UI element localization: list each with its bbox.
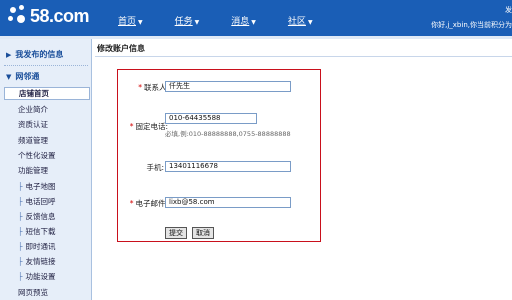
nav-messages[interactable]: 消息 ▼ <box>231 14 256 27</box>
contact-input[interactable]: 仟先生 <box>165 81 291 92</box>
phone-label: * 固定电话: <box>120 121 168 132</box>
page-title: 修改账户信息 <box>97 44 145 53</box>
caret-down-icon: ▼ <box>307 19 313 26</box>
tree-branch-icon: ├ <box>18 197 23 206</box>
sidebar-subitem-label: 电话回呼 <box>25 197 56 206</box>
sidebar-item-shop-home[interactable]: 店铺首页 <box>4 87 90 100</box>
sidebar-subitem-callback[interactable]: ├ 电话回呼 <box>18 196 56 207</box>
triangle-right-icon: ▶ <box>6 50 12 59</box>
sidebar-section-my-posts[interactable]: ▶ 我发布的信息 <box>6 49 63 60</box>
sidebar-subitem-sms[interactable]: ├ 短信下载 <box>18 226 56 237</box>
caret-down-icon: ▼ <box>138 19 143 26</box>
caret-down-icon: ▼ <box>194 19 200 26</box>
caret-down-icon: ▼ <box>251 19 256 26</box>
sidebar-divider <box>4 65 88 66</box>
sidebar-item-feature-manage[interactable]: 功能管理 <box>18 165 48 176</box>
email-label: * 电子邮件: <box>120 198 168 209</box>
triangle-down-icon: ▼ <box>6 72 12 81</box>
nav-tasks[interactable]: 任务 ▼ <box>175 14 200 27</box>
main-nav: 首页 ▼ 任务 ▼ 消息 ▼ 社区 ▼ <box>118 14 345 27</box>
sidebar-subitem-label: 电子地图 <box>25 182 56 191</box>
tree-branch-icon: ├ <box>18 257 23 266</box>
sidebar-subitem-label: 反馈信息 <box>25 212 56 221</box>
sidebar-subitem-label: 功能设置 <box>25 272 56 281</box>
required-star: * <box>129 122 134 131</box>
sidebar-section-label: 网邻通 <box>15 72 40 81</box>
phone-hint: 必填,例:010-88888888,0755-88888888 <box>165 130 291 138</box>
sidebar-subitem-label: 友情链接 <box>25 257 56 266</box>
sidebar-subitem-map[interactable]: ├ 电子地图 <box>18 181 56 192</box>
mobile-input[interactable]: 13401116678 <box>165 161 291 172</box>
top-header: 58.com 首页 ▼ 任务 ▼ 消息 ▼ 社区 ▼ 发 你好,j_xbin,你当前积分… <box>0 0 512 36</box>
sidebar-item-personalize[interactable]: 个性化设置 <box>18 150 56 161</box>
title-divider <box>95 56 512 57</box>
sidebar-section-wanglintong[interactable]: ▼ 网邻通 <box>6 71 39 82</box>
phone-input[interactable]: 010-64435588 <box>165 113 257 124</box>
sidebar-subitem-settings[interactable]: ├ 功能设置 <box>18 271 56 282</box>
sidebar: ▶ 我发布的信息 ▼ 网邻通 店铺首页 企业简介 资质认证 频道管理 个性化设置 功… <box>0 39 92 300</box>
required-star: * <box>138 83 142 92</box>
tree-branch-icon: ├ <box>18 212 23 221</box>
nav-home-label: 首页 <box>118 17 137 27</box>
tree-branch-icon: ├ <box>18 272 23 281</box>
sidebar-subitem-label: 短信下载 <box>25 227 56 236</box>
cancel-button[interactable]: 取消 <box>192 227 214 239</box>
tree-branch-icon: ├ <box>18 182 23 191</box>
user-greeting: 你好,j_xbin,你当前积分为 <box>431 21 512 29</box>
nav-community-label: 社区 <box>287 17 306 27</box>
sidebar-item-qualification[interactable]: 资质认证 <box>18 119 48 130</box>
logo-dots-icon <box>8 5 30 27</box>
sidebar-item-preview[interactable]: 网页预览 <box>18 287 48 298</box>
email-input[interactable]: lixb@58.com <box>165 197 291 208</box>
required-star: * <box>129 199 134 208</box>
tree-branch-icon: ├ <box>18 242 23 251</box>
mobile-label: 手机: <box>146 163 164 172</box>
sidebar-subitem-links[interactable]: ├ 友情链接 <box>18 256 56 267</box>
sidebar-subitem-label: 即时通讯 <box>25 242 56 251</box>
tree-branch-icon: ├ <box>18 227 23 236</box>
contact-label: * 联系人: <box>124 82 169 93</box>
sidebar-section-label: 我发布的信息 <box>15 50 64 59</box>
submit-button[interactable]: 提交 <box>165 227 187 239</box>
phone-label-text: 固定电话: <box>135 122 168 131</box>
logo-text: 58.com <box>30 5 90 26</box>
header-right-link[interactable]: 发 <box>505 5 512 15</box>
sidebar-subitem-feedback[interactable]: ├ 反馈信息 <box>18 211 56 222</box>
nav-home[interactable]: 首页 ▼ <box>118 14 143 27</box>
sidebar-item-channel-manage[interactable]: 频道管理 <box>18 135 48 146</box>
account-form: * 联系人: 仟先生 * 固定电话: 010-64435588 必填,例:010-8… <box>117 69 321 242</box>
nav-messages-label: 消息 <box>231 17 250 27</box>
nav-tasks-label: 任务 <box>174 17 193 27</box>
site-logo[interactable]: 58.com <box>8 5 90 27</box>
sidebar-subitem-im[interactable]: ├ 即时通讯 <box>18 241 56 252</box>
sidebar-item-company-intro[interactable]: 企业简介 <box>18 104 48 115</box>
nav-community[interactable]: 社区 ▼ <box>288 14 313 27</box>
email-label-text: 电子邮件: <box>135 199 168 208</box>
